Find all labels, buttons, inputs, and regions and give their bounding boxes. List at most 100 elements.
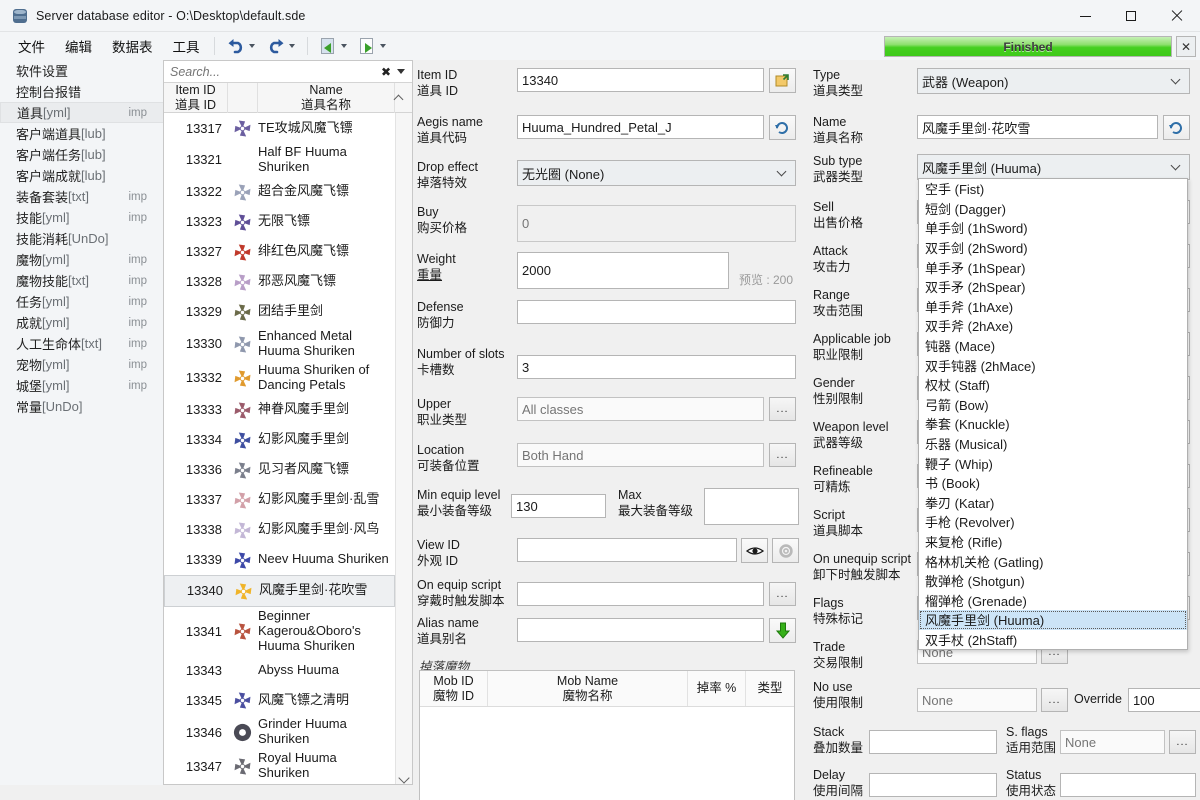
on-equip-script-input[interactable] bbox=[517, 582, 764, 606]
sub-type-option-16[interactable]: 拳刃 (Katar) bbox=[919, 493, 1187, 513]
view-id-input[interactable] bbox=[517, 538, 737, 562]
sub-type-option-23[interactable]: 双手杖 (2hStaff) bbox=[919, 630, 1187, 650]
table-row[interactable]: 13323无限飞镖 bbox=[164, 207, 395, 237]
table-row[interactable]: 13334幻影风魔手里剑 bbox=[164, 425, 395, 455]
sidebar-item-1[interactable]: 控制台报错 bbox=[0, 81, 163, 102]
sidebar-item-6[interactable]: 装备套装 [txt]imp bbox=[0, 186, 163, 207]
sidebar-item-10[interactable]: 魔物技能 [txt]imp bbox=[0, 270, 163, 291]
table-row[interactable]: 13343Abyss Huuma bbox=[164, 655, 395, 685]
sub-type-option-2[interactable]: 单手剑 (1hSword) bbox=[919, 218, 1187, 238]
status-input[interactable] bbox=[1060, 773, 1196, 797]
sidebar-item-4[interactable]: 客户端任务 [lub] bbox=[0, 144, 163, 165]
table-row[interactable]: 13317TE攻城风魔飞镖 bbox=[164, 113, 395, 143]
undo-dropdown-arrow[interactable] bbox=[249, 44, 255, 48]
table-row[interactable]: 13336见习者风魔飞镖 bbox=[164, 455, 395, 485]
table-row[interactable]: 13345风魔飞镖之清明 bbox=[164, 685, 395, 715]
sub-type-option-11[interactable]: 弓箭 (Bow) bbox=[919, 395, 1187, 415]
sidebar-item-7[interactable]: 技能 [yml]imp bbox=[0, 207, 163, 228]
location-input[interactable] bbox=[517, 443, 764, 467]
sidebar-item-2[interactable]: 道具 [yml]imp bbox=[0, 102, 163, 123]
sidebar-item-9[interactable]: 魔物 [yml]imp bbox=[0, 249, 163, 270]
upper-browse-button[interactable]: ... bbox=[769, 397, 796, 421]
mob-drop-table[interactable]: Mob ID 魔物 ID Mob Name 魔物名称 掉率 % 类型 bbox=[419, 670, 795, 800]
buy-input[interactable] bbox=[517, 205, 796, 242]
table-row[interactable]: 13346Grinder Huuma Shuriken bbox=[164, 715, 395, 749]
sub-type-option-9[interactable]: 双手钝器 (2hMace) bbox=[919, 355, 1187, 375]
import-dropdown-arrow[interactable] bbox=[341, 44, 347, 48]
sub-type-option-20[interactable]: 散弹枪 (Shotgun) bbox=[919, 571, 1187, 591]
slots-input[interactable] bbox=[517, 355, 796, 379]
name-refresh-button[interactable] bbox=[1163, 115, 1190, 140]
sub-type-option-13[interactable]: 乐器 (Musical) bbox=[919, 434, 1187, 454]
progress-close-button[interactable]: ✕ bbox=[1176, 36, 1196, 57]
sub-type-select[interactable]: 风魔手里剑 (Huuma) bbox=[917, 154, 1190, 180]
scroll-up-button[interactable] bbox=[395, 83, 412, 113]
minimize-button[interactable] bbox=[1062, 0, 1108, 32]
redo-dropdown-arrow[interactable] bbox=[289, 44, 295, 48]
sub-type-option-18[interactable]: 来复枪 (Rifle) bbox=[919, 532, 1187, 552]
sidebar-item-11[interactable]: 任务 [yml]imp bbox=[0, 291, 163, 312]
sub-type-option-5[interactable]: 双手矛 (2hSpear) bbox=[919, 277, 1187, 297]
no-use-browse-button[interactable]: ... bbox=[1041, 688, 1068, 712]
no-use-input[interactable] bbox=[917, 688, 1037, 712]
sidebar-item-12[interactable]: 成就 [yml]imp bbox=[0, 312, 163, 333]
sidebar-item-16[interactable]: 常量 [UnDo] bbox=[0, 396, 163, 417]
sub-type-option-6[interactable]: 单手斧 (1hAxe) bbox=[919, 297, 1187, 317]
sub-type-option-21[interactable]: 榴弹枪 (Grenade) bbox=[919, 590, 1187, 610]
clear-search-icon[interactable]: ✖ bbox=[377, 65, 395, 79]
sub-type-option-10[interactable]: 权杖 (Staff) bbox=[919, 375, 1187, 395]
sub-type-option-8[interactable]: 钝器 (Mace) bbox=[919, 336, 1187, 356]
maximize-button[interactable] bbox=[1108, 0, 1154, 32]
search-options-chevron-down-icon[interactable] bbox=[397, 69, 405, 74]
menu-datatable[interactable]: 数据表 bbox=[104, 34, 161, 58]
sidebar-item-15[interactable]: 城堡 [yml]imp bbox=[0, 375, 163, 396]
open-external-button[interactable] bbox=[769, 68, 796, 93]
menu-file[interactable]: 文件 bbox=[10, 34, 53, 58]
sidebar-item-3[interactable]: 客户端道具 [lub] bbox=[0, 123, 163, 144]
s-flags-input[interactable] bbox=[1060, 730, 1165, 754]
table-row[interactable]: 13347Royal Huuma Shuriken bbox=[164, 749, 395, 783]
mob-column-id[interactable]: Mob ID 魔物 ID bbox=[420, 671, 488, 706]
type-select[interactable]: 武器 (Weapon) bbox=[917, 68, 1190, 94]
import-button[interactable] bbox=[318, 35, 353, 57]
column-header-item-id[interactable]: Item ID 道具 ID bbox=[164, 83, 228, 113]
table-row[interactable]: 13333神眷风魔手里剑 bbox=[164, 395, 395, 425]
name-input[interactable] bbox=[917, 115, 1158, 139]
sub-type-option-1[interactable]: 短剑 (Dagger) bbox=[919, 199, 1187, 219]
sidebar-item-5[interactable]: 客户端成就 [lub] bbox=[0, 165, 163, 186]
item-id-input[interactable] bbox=[517, 68, 764, 92]
sub-type-option-14[interactable]: 鞭子 (Whip) bbox=[919, 453, 1187, 473]
sub-type-option-12[interactable]: 拳套 (Knuckle) bbox=[919, 414, 1187, 434]
mob-column-rate[interactable]: 掉率 % bbox=[688, 671, 746, 706]
column-header-name[interactable]: Name 道具名称 bbox=[258, 83, 395, 113]
sub-type-option-7[interactable]: 双手斧 (2hAxe) bbox=[919, 316, 1187, 336]
sidebar-item-0[interactable]: 软件设置 bbox=[0, 60, 163, 81]
column-header-icon[interactable] bbox=[228, 83, 258, 113]
sub-type-option-4[interactable]: 单手矛 (1hSpear) bbox=[919, 257, 1187, 277]
view-id-preview-button[interactable] bbox=[741, 538, 768, 563]
sub-type-option-0[interactable]: 空手 (Fist) bbox=[919, 179, 1187, 199]
upper-input[interactable] bbox=[517, 397, 764, 421]
min-equip-level-input[interactable] bbox=[511, 494, 606, 518]
view-id-settings-button[interactable] bbox=[772, 538, 799, 563]
stack-input[interactable] bbox=[869, 730, 997, 754]
max-equip-level-input[interactable] bbox=[704, 488, 799, 525]
s-flags-browse-button[interactable]: ... bbox=[1169, 730, 1196, 754]
table-row[interactable]: 13332Huuma Shuriken of Dancing Petals bbox=[164, 361, 395, 395]
sub-type-option-22[interactable]: 风魔手里剑 (Huuma) bbox=[919, 610, 1187, 630]
aegis-refresh-button[interactable] bbox=[769, 115, 796, 140]
sub-type-option-19[interactable]: 格林机关枪 (Gatling) bbox=[919, 551, 1187, 571]
sidebar-item-8[interactable]: 技能消耗 [UnDo] bbox=[0, 228, 163, 249]
table-row[interactable]: 13330Enhanced Metal Huuma Shuriken bbox=[164, 327, 395, 361]
table-row[interactable]: 13321Half BF Huuma Shuriken bbox=[164, 143, 395, 177]
mob-column-type[interactable]: 类型 bbox=[746, 671, 794, 706]
table-row[interactable]: 13322超合金风魔飞镖 bbox=[164, 177, 395, 207]
table-row[interactable]: 13337幻影风魔手里剑·乱雪 bbox=[164, 485, 395, 515]
close-button[interactable] bbox=[1154, 0, 1200, 32]
sub-type-option-15[interactable]: 书 (Book) bbox=[919, 473, 1187, 493]
table-row[interactable]: 13338幻影风魔手里剑·风鸟 bbox=[164, 515, 395, 545]
override-input[interactable] bbox=[1128, 688, 1200, 712]
menu-edit[interactable]: 编辑 bbox=[57, 34, 100, 58]
sub-type-option-3[interactable]: 双手剑 (2hSword) bbox=[919, 238, 1187, 258]
mob-column-name[interactable]: Mob Name 魔物名称 bbox=[488, 671, 688, 706]
